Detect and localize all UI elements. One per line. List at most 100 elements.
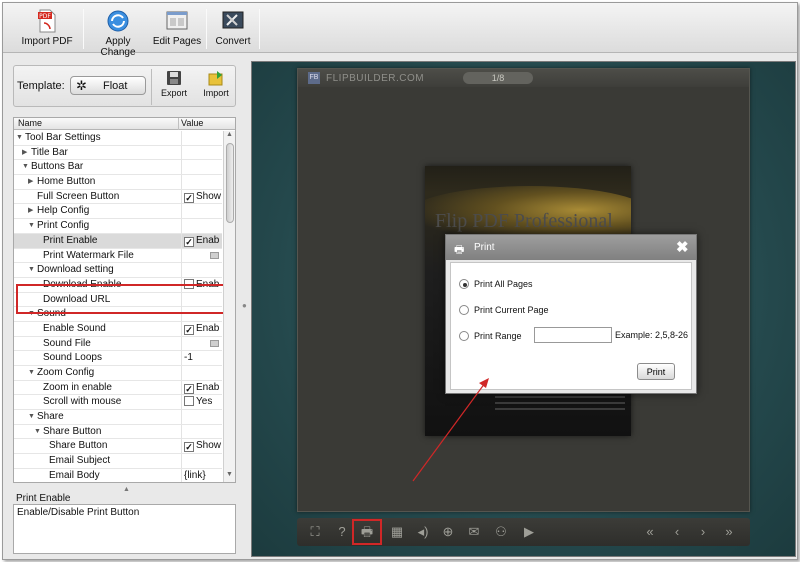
first-page-icon[interactable]: «: [642, 524, 658, 540]
fullscreen-icon[interactable]: ⛶: [307, 524, 323, 540]
previous-page-icon[interactable]: ‹: [669, 524, 685, 540]
scroll-up-arrow-icon[interactable]: ▲: [226, 131, 233, 138]
last-page-icon[interactable]: »: [721, 524, 737, 540]
tree-row[interactable]: Enable Sound ✓ Enab: [14, 321, 222, 337]
collapsed-arrow-icon[interactable]: ▶: [28, 175, 37, 189]
checked-checkbox[interactable]: ✓: [184, 192, 194, 203]
tree-row[interactable]: ▼ Share: [14, 410, 222, 425]
expanded-arrow-icon[interactable]: ▼: [28, 219, 37, 233]
import-button[interactable]: Import: [196, 70, 236, 98]
scroll-down-arrow-icon[interactable]: ▼: [226, 471, 233, 478]
sound-icon[interactable]: ◂): [415, 524, 431, 540]
tree-row-value[interactable]: ✓ Show: [181, 189, 222, 204]
expanded-arrow-icon[interactable]: ▼: [22, 160, 31, 174]
autoplay-icon[interactable]: ▶: [521, 524, 537, 540]
scrollbar-thumb[interactable]: [226, 143, 234, 223]
tree-row[interactable]: Print Watermark File: [14, 248, 222, 264]
tree-row-value[interactable]: [181, 248, 222, 263]
expanded-arrow-icon[interactable]: ▼: [28, 366, 37, 380]
next-page-icon[interactable]: ›: [695, 524, 711, 540]
splitter-handle[interactable]: ●: [242, 301, 247, 310]
export-button[interactable]: Export: [154, 70, 194, 98]
tree-row[interactable]: ▼ Download setting: [14, 263, 222, 278]
thumbnails-icon[interactable]: ▦: [389, 524, 405, 540]
tree-row[interactable]: ▼ Share Button: [14, 424, 222, 440]
tree-row-value[interactable]: {link}: [181, 468, 222, 482]
value-column-header[interactable]: Value: [181, 118, 203, 128]
edit-pages-button[interactable]: Edit Pages: [151, 9, 203, 51]
tree-row-value[interactable]: ✓ Enab: [181, 380, 222, 395]
browse-file-icon[interactable]: [210, 339, 219, 347]
tree-row-value[interactable]: ✓ Enab: [181, 321, 222, 336]
tree-row[interactable]: Full Screen Button ✓ Show: [14, 189, 222, 205]
email-icon[interactable]: ✉: [466, 524, 482, 540]
tree-row[interactable]: Print Enable ✓ Enab: [14, 233, 222, 249]
tree-row[interactable]: ▶ Home Button: [14, 175, 222, 190]
tree-row[interactable]: Download URL: [14, 292, 222, 308]
print-range-input[interactable]: [534, 327, 612, 343]
tree-row[interactable]: ▶ Help Config: [14, 204, 222, 220]
tree-row[interactable]: ▼ Print Config: [14, 219, 222, 234]
tree-row-value[interactable]: ✓ Show: [181, 439, 222, 454]
page-indicator[interactable]: 1/8: [463, 72, 533, 84]
print-range-option[interactable]: Print Range: [459, 331, 522, 341]
tree-row[interactable]: ▼ Sound: [14, 307, 222, 322]
name-column-header[interactable]: Name: [18, 118, 42, 128]
checked-checkbox[interactable]: ✓: [184, 324, 194, 335]
tree-row[interactable]: Email Body {link}: [14, 468, 222, 482]
expanded-arrow-icon[interactable]: ▼: [28, 307, 37, 321]
print-current-radio[interactable]: [459, 305, 469, 315]
expanded-arrow-icon[interactable]: ▼: [28, 263, 37, 277]
import-pdf-button[interactable]: PDF Import PDF: [15, 9, 79, 51]
checked-checkbox[interactable]: ✓: [184, 383, 194, 394]
collapsed-arrow-icon[interactable]: ▶: [28, 204, 37, 218]
resize-grip-icon[interactable]: ▲: [123, 486, 130, 493]
import-label: Import: [203, 88, 229, 98]
print-button[interactable]: Print: [637, 363, 675, 380]
expanded-arrow-icon[interactable]: ▼: [28, 410, 37, 424]
tree-row[interactable]: ▼ Buttons Bar: [14, 160, 222, 176]
checked-checkbox[interactable]: ✓: [184, 442, 194, 453]
unchecked-checkbox[interactable]: [184, 396, 194, 407]
tree-row-value[interactable]: Enab: [181, 277, 222, 292]
tree-row[interactable]: Sound File: [14, 336, 222, 352]
tree-row-name: Scroll with mouse: [34, 395, 121, 409]
share-icon[interactable]: ⚇: [493, 524, 509, 540]
zoom-in-icon[interactable]: ⊕: [440, 524, 456, 540]
expanded-arrow-icon[interactable]: ▼: [16, 131, 25, 145]
tree-row-name: Zoom in enable: [34, 381, 112, 395]
tree-row-name: Share Button: [40, 439, 107, 453]
tree-row[interactable]: Share Button ✓ Show: [14, 439, 222, 455]
print-all-radio[interactable]: [459, 279, 469, 289]
tree-row[interactable]: ▼ Tool Bar Settings: [14, 131, 222, 146]
tree-row-value[interactable]: ✓ Enab: [181, 233, 222, 248]
expanded-arrow-icon[interactable]: ▼: [34, 425, 43, 439]
close-icon[interactable]: ✖: [676, 238, 689, 256]
unchecked-checkbox[interactable]: [184, 278, 194, 289]
apply-change-button[interactable]: Apply Change: [87, 9, 149, 58]
print-all-pages-option[interactable]: Print All Pages: [459, 279, 533, 289]
tree-row[interactable]: Scroll with mouse Yes: [14, 395, 222, 411]
print-current-page-option[interactable]: Print Current Page: [459, 305, 549, 315]
tree-row-value[interactable]: Yes: [181, 395, 222, 410]
tree-row[interactable]: ▼ Zoom Config: [14, 366, 222, 381]
tree-scrollbar[interactable]: ▲ ▼: [223, 131, 235, 482]
convert-button[interactable]: Convert: [210, 9, 256, 51]
browse-file-icon[interactable]: [210, 251, 219, 259]
tree-row[interactable]: ▶ Title Bar: [14, 145, 222, 161]
tree-row[interactable]: Download Enable Enab: [14, 277, 222, 293]
tree-row[interactable]: Sound Loops -1: [14, 351, 222, 366]
print-range-radio[interactable]: [459, 331, 469, 341]
template-select-button[interactable]: ✲ Float: [70, 76, 146, 95]
tree-row[interactable]: Email Subject: [14, 454, 222, 469]
help-icon[interactable]: ?: [334, 524, 350, 540]
checked-checkbox[interactable]: ✓: [184, 236, 194, 247]
tree-row-value[interactable]: [181, 336, 222, 351]
tree-row-value[interactable]: -1: [181, 351, 222, 366]
collapsed-arrow-icon[interactable]: ▶: [22, 146, 31, 160]
toolbar-separator: [83, 9, 84, 49]
tree-row[interactable]: Zoom in enable ✓ Enab: [14, 380, 222, 396]
template-value: Float: [103, 80, 128, 92]
tree-row-label: Print Watermark File: [43, 249, 134, 261]
edit-pages-label: Edit Pages: [152, 36, 202, 47]
